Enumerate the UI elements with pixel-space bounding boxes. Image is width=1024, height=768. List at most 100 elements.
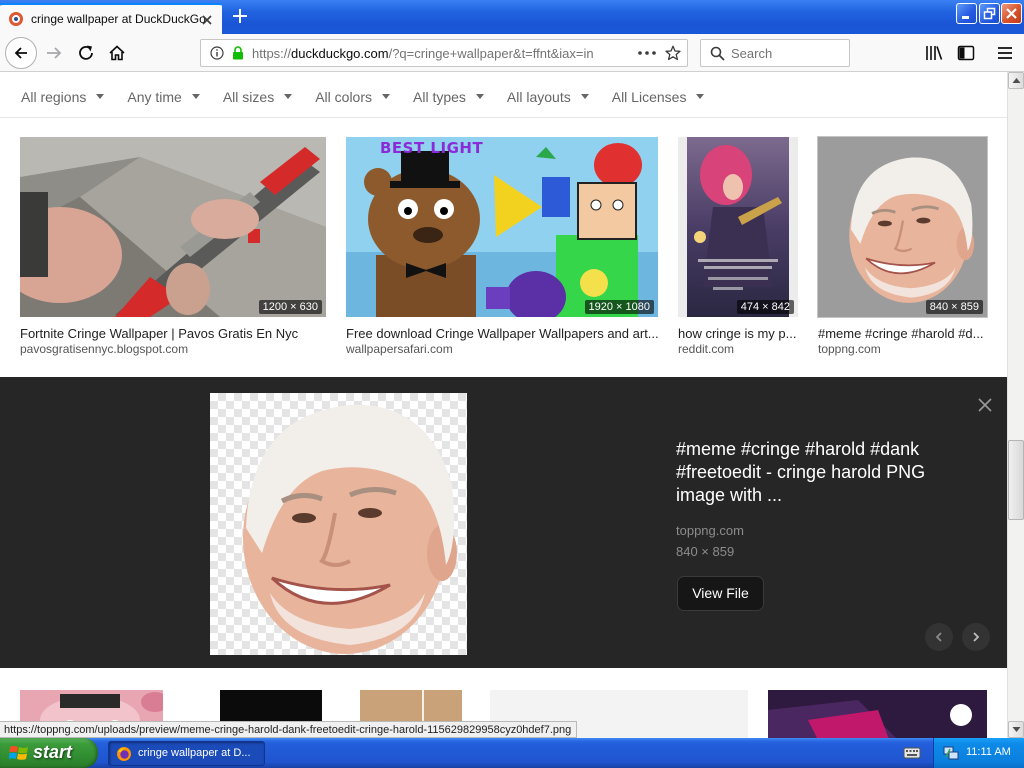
browser-tab-active[interactable]: cringe wallpaper at DuckDuckGo xyxy=(0,3,222,34)
filter-label: All colors xyxy=(315,88,372,105)
search-input[interactable]: Search xyxy=(700,39,850,67)
scrollbar-thumb[interactable] xyxy=(1008,440,1024,520)
image-size-badge: 474 × 842 xyxy=(736,300,794,314)
thumbnail-artwork xyxy=(678,137,798,317)
result-source[interactable]: reddit.com xyxy=(678,342,798,357)
tab-title: cringe wallpaper at DuckDuckGo xyxy=(31,12,206,26)
close-window-button[interactable] xyxy=(1001,3,1022,24)
home-icon[interactable] xyxy=(108,44,126,62)
scroll-up-arrow-icon xyxy=(1012,78,1021,83)
keyboard-icon[interactable] xyxy=(903,746,921,760)
image-result[interactable]: 474 × 842 how cringe is my p... reddit.c… xyxy=(678,137,798,357)
image-result[interactable] xyxy=(768,690,987,738)
scroll-down-button[interactable] xyxy=(1008,721,1024,738)
page-content: All regions Any time All sizes All color… xyxy=(0,72,1007,738)
chevron-down-icon xyxy=(96,94,105,99)
filter-label: All layouts xyxy=(506,88,571,105)
filter-label: All regions xyxy=(21,88,87,105)
minimize-button[interactable] xyxy=(956,3,977,24)
hamburger-menu-icon[interactable] xyxy=(996,44,1014,62)
forward-arrow-icon[interactable] xyxy=(45,44,63,62)
result-source[interactable]: wallpapersafari.com xyxy=(346,342,658,357)
url-scheme: https:// xyxy=(252,46,292,61)
result-thumbnail[interactable]: 1200 × 630 xyxy=(20,137,326,317)
back-button[interactable] xyxy=(5,37,37,69)
vertical-scrollbar[interactable] xyxy=(1007,72,1024,738)
detail-source[interactable]: toppng.com xyxy=(676,523,744,538)
navigation-toolbar: https://duckduckgo.com/?q=cringe+wallpap… xyxy=(0,34,1024,72)
close-icon[interactable] xyxy=(977,397,993,413)
url-host: duckduckgo.com xyxy=(291,46,389,61)
start-button[interactable]: start xyxy=(0,738,98,768)
filter-label: All sizes xyxy=(222,88,275,105)
taskbar-item-firefox[interactable]: cringe wallpaper at D... xyxy=(108,741,265,766)
bookmark-star-icon[interactable] xyxy=(665,45,681,61)
url-path: /?q=cringe+wallpaper&t=ffnt&iax=in xyxy=(388,46,594,61)
result-title[interactable]: Fortnite Cringe Wallpaper | Pavos Gratis… xyxy=(20,326,326,342)
filter-time[interactable]: Any time xyxy=(127,89,200,105)
detail-dimensions: 840 × 859 xyxy=(676,544,735,559)
sidebar-icon[interactable] xyxy=(957,44,975,62)
image-size-badge: 1920 × 1080 xyxy=(584,300,654,314)
result-title[interactable]: how cringe is my p... xyxy=(678,326,798,342)
detail-image[interactable] xyxy=(210,393,467,655)
detail-image-artwork xyxy=(210,393,467,655)
firefox-icon xyxy=(117,747,131,761)
close-window-icon xyxy=(1006,8,1017,19)
image-result[interactable]: BEST LIGHT 1920 × 1080 Free download Cri… xyxy=(346,137,659,357)
image-result-selected[interactable]: 840 × 859 #meme #cringe #harold #d... to… xyxy=(817,136,988,357)
library-icon[interactable] xyxy=(925,44,943,62)
result-source[interactable]: toppng.com xyxy=(818,342,987,357)
chevron-right-icon xyxy=(973,632,980,642)
address-bar[interactable]: https://duckduckgo.com/?q=cringe+wallpap… xyxy=(200,39,688,67)
restore-button[interactable] xyxy=(979,3,1000,24)
image-size-badge: 1200 × 630 xyxy=(258,300,322,314)
page-actions-icon[interactable] xyxy=(638,51,656,55)
windows-taskbar: start cringe wallpaper at D... 11:11 AM xyxy=(0,738,1024,768)
new-tab-icon[interactable] xyxy=(232,8,248,24)
filter-licenses[interactable]: All Licenses xyxy=(612,89,705,105)
chevron-left-icon xyxy=(935,632,942,642)
filter-label: All types xyxy=(413,88,466,105)
previous-image-button[interactable] xyxy=(925,623,953,651)
chevron-down-icon xyxy=(382,94,390,99)
scroll-down-arrow-icon xyxy=(1012,727,1021,732)
reload-icon[interactable] xyxy=(77,44,95,62)
scroll-up-button[interactable] xyxy=(1008,72,1024,89)
search-icon xyxy=(710,46,725,61)
network-icon[interactable] xyxy=(943,745,959,761)
chevron-down-icon xyxy=(475,94,484,99)
back-arrow-icon xyxy=(14,47,27,59)
view-file-button[interactable]: View File xyxy=(677,576,764,611)
image-size-badge: 840 × 859 xyxy=(925,300,983,314)
info-icon[interactable] xyxy=(210,46,224,60)
image-result[interactable]: 1200 × 630 Fortnite Cringe Wallpaper | P… xyxy=(20,137,326,357)
result-title[interactable]: #meme #cringe #harold #d... xyxy=(818,326,987,342)
window-titlebar[interactable]: cringe wallpaper at DuckDuckGo xyxy=(0,0,1024,34)
start-label: start xyxy=(33,742,73,762)
duckduckgo-favicon-icon xyxy=(9,12,23,26)
clock[interactable]: 11:11 AM xyxy=(966,746,1011,758)
filter-sizes[interactable]: All sizes xyxy=(222,88,293,105)
filter-colors[interactable]: All colors xyxy=(315,89,390,105)
search-placeholder: Search xyxy=(731,46,773,61)
lock-icon[interactable] xyxy=(232,46,244,60)
filter-layouts[interactable]: All layouts xyxy=(507,89,589,105)
windows-flag-icon xyxy=(9,746,28,760)
thumbnail-artwork xyxy=(346,137,658,317)
next-image-button[interactable] xyxy=(962,623,990,651)
restore-icon xyxy=(983,7,996,20)
result-title[interactable]: Free download Cringe Wallpaper Wallpaper… xyxy=(346,326,659,342)
filter-types[interactable]: All types xyxy=(413,89,484,105)
filter-bar: All regions Any time All sizes All color… xyxy=(0,72,1007,118)
result-thumbnail[interactable]: 840 × 859 xyxy=(817,136,988,318)
result-source[interactable]: pavosgratisennyc.blogspot.com xyxy=(20,342,326,357)
filter-regions[interactable]: All regions xyxy=(21,88,105,105)
detail-title[interactable]: #meme #cringe #harold #dank #freetoedit … xyxy=(676,438,976,507)
close-tab-icon[interactable] xyxy=(200,13,214,27)
thumbnail-artwork xyxy=(20,137,326,317)
result-thumbnail[interactable]: 474 × 842 xyxy=(678,137,798,317)
url-text[interactable]: https://duckduckgo.com/?q=cringe+wallpap… xyxy=(252,46,632,61)
result-thumbnail[interactable]: BEST LIGHT 1920 × 1080 xyxy=(346,137,658,317)
taskbar-item-label: cringe wallpaper at D... xyxy=(138,747,251,759)
